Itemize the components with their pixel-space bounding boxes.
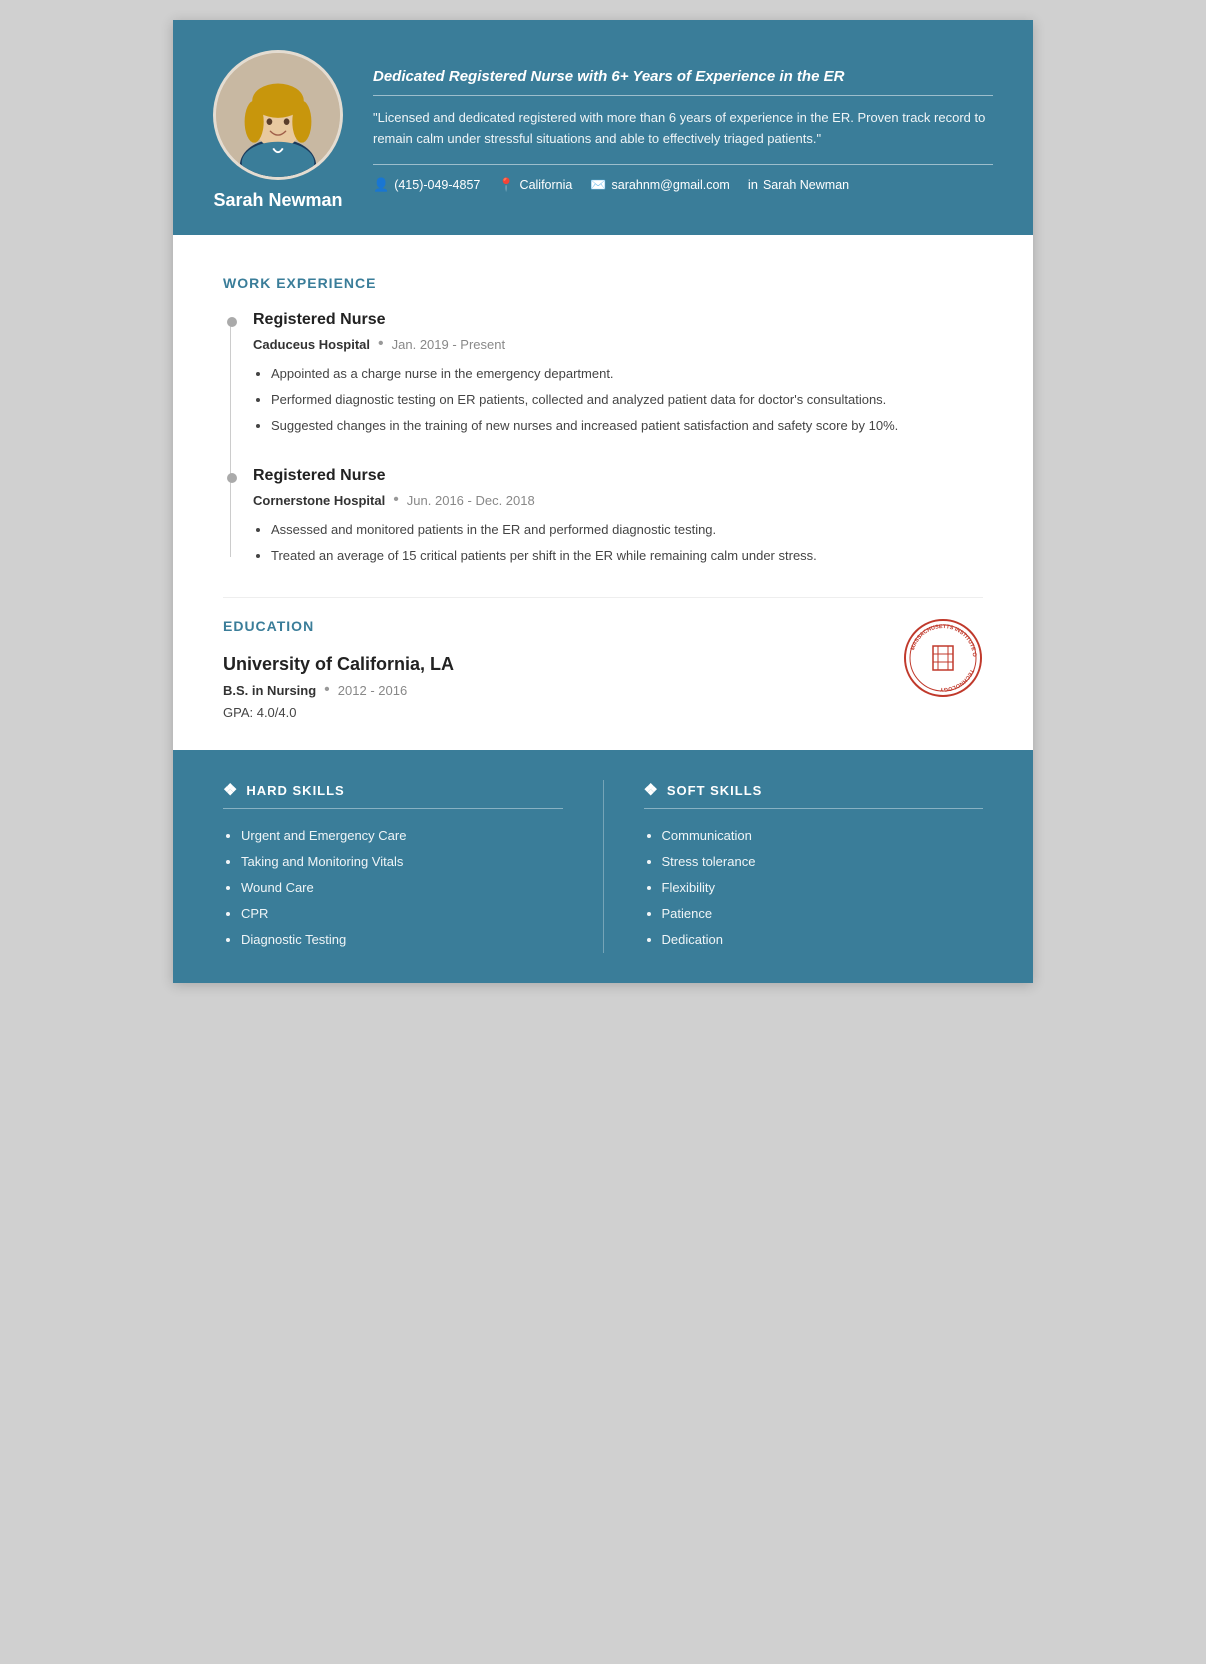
edu-degree-row: B.S. in Nursing • 2012 - 2016 bbox=[223, 681, 983, 699]
email-icon: ✉️ bbox=[590, 177, 606, 193]
job-title-2: Registered Nurse bbox=[253, 467, 983, 485]
job-bullet-2-1: Assessed and monitored patients in the E… bbox=[271, 519, 983, 541]
job-bullet-2-2: Treated an average of 15 critical patien… bbox=[271, 545, 983, 567]
soft-skills-col: ❖ SOFT SKILLS Communication Stress toler… bbox=[644, 780, 984, 953]
edu-gpa: GPA: 4.0/4.0 bbox=[223, 705, 983, 720]
phone-icon: 👤 bbox=[373, 177, 389, 193]
contact-phone: 👤 (415)-049-4857 bbox=[373, 177, 480, 193]
job-bullet-1-3: Suggested changes in the training of new… bbox=[271, 415, 983, 437]
header-title: Dedicated Registered Nurse with 6+ Years… bbox=[373, 68, 993, 85]
main-content: WORK EXPERIENCE Registered Nurse Caduceu… bbox=[173, 235, 1033, 750]
hard-skills-icon: ❖ bbox=[223, 780, 238, 800]
hard-skills-col: ❖ HARD SKILLS Urgent and Emergency Care … bbox=[223, 780, 563, 953]
svg-text:MASSACHUSETTS INSTITUTE OF: MASSACHUSETTS INSTITUTE OF bbox=[903, 618, 977, 658]
contact-row: 👤 (415)-049-4857 📍 California ✉️ sarahnm… bbox=[373, 177, 993, 193]
soft-skill-4: Patience bbox=[662, 901, 984, 927]
hard-skill-2: Taking and Monitoring Vitals bbox=[241, 849, 563, 875]
skills-footer: ❖ HARD SKILLS Urgent and Emergency Care … bbox=[173, 750, 1033, 983]
job-company-2: Cornerstone Hospital bbox=[253, 493, 385, 508]
contact-location: 📍 California bbox=[498, 177, 572, 193]
linkedin-icon: in bbox=[748, 177, 758, 192]
resume-container: Sarah Newman Dedicated Registered Nurse … bbox=[173, 20, 1033, 983]
svg-text:TECHNOLOGY: TECHNOLOGY bbox=[939, 669, 974, 693]
job-company-1: Caduceus Hospital bbox=[253, 337, 370, 352]
soft-skill-1: Communication bbox=[662, 823, 984, 849]
job-bullets-2: Assessed and monitored patients in the E… bbox=[253, 519, 983, 567]
avatar bbox=[213, 50, 343, 180]
hard-skills-list: Urgent and Emergency Care Taking and Mon… bbox=[223, 823, 563, 953]
job-company-row-1: Caduceus Hospital • Jan. 2019 - Present bbox=[253, 335, 983, 353]
education-section: EDUCATION MASSACHUSETTS INSTITUTE OF TEC… bbox=[223, 597, 983, 720]
hard-skill-3: Wound Care bbox=[241, 875, 563, 901]
soft-skill-3: Flexibility bbox=[662, 875, 984, 901]
header-right: Dedicated Registered Nurse with 6+ Years… bbox=[373, 68, 993, 193]
hard-skill-1: Urgent and Emergency Care bbox=[241, 823, 563, 849]
resume-header: Sarah Newman Dedicated Registered Nurse … bbox=[173, 20, 1033, 235]
timeline-dot-2 bbox=[227, 473, 237, 483]
skills-divider bbox=[603, 780, 604, 953]
soft-skills-title: ❖ SOFT SKILLS bbox=[644, 780, 984, 809]
header-summary: "Licensed and dedicated registered with … bbox=[373, 108, 993, 150]
job-date-1: Jan. 2019 - Present bbox=[392, 337, 505, 352]
contact-email: ✉️ sarahnm@gmail.com bbox=[590, 177, 729, 193]
timeline-dot-1 bbox=[227, 317, 237, 327]
edu-university: University of California, LA bbox=[223, 654, 983, 675]
edu-logo: MASSACHUSETTS INSTITUTE OF TECHNOLOGY bbox=[903, 618, 983, 698]
education-title: EDUCATION bbox=[223, 618, 983, 634]
job-date-2: Jun. 2016 - Dec. 2018 bbox=[407, 493, 535, 508]
timeline-line bbox=[230, 321, 231, 557]
soft-skills-list: Communication Stress tolerance Flexibili… bbox=[644, 823, 984, 953]
job-bullet-1-1: Appointed as a charge nurse in the emerg… bbox=[271, 363, 983, 385]
hard-skills-title: ❖ HARD SKILLS bbox=[223, 780, 563, 809]
soft-skill-5: Dedication bbox=[662, 927, 984, 953]
hard-skill-4: CPR bbox=[241, 901, 563, 927]
job-company-row-2: Cornerstone Hospital • Jun. 2016 - Dec. … bbox=[253, 491, 983, 509]
header-name: Sarah Newman bbox=[213, 190, 342, 211]
avatar-section: Sarah Newman bbox=[213, 50, 343, 211]
work-experience-title: WORK EXPERIENCE bbox=[223, 275, 983, 291]
hard-skill-5: Diagnostic Testing bbox=[241, 927, 563, 953]
header-divider2 bbox=[373, 164, 993, 165]
job-bullets-1: Appointed as a charge nurse in the emerg… bbox=[253, 363, 983, 437]
job-title-1: Registered Nurse bbox=[253, 311, 983, 329]
edu-degree: B.S. in Nursing bbox=[223, 683, 316, 698]
job-item-1: Registered Nurse Caduceus Hospital • Jan… bbox=[253, 311, 983, 437]
contact-linkedin: in Sarah Newman bbox=[748, 177, 849, 192]
location-icon: 📍 bbox=[498, 177, 514, 193]
edu-year: 2012 - 2016 bbox=[338, 683, 407, 698]
job-item-2: Registered Nurse Cornerstone Hospital • … bbox=[253, 467, 983, 567]
soft-skills-icon: ❖ bbox=[644, 780, 659, 800]
job-bullet-1-2: Performed diagnostic testing on ER patie… bbox=[271, 389, 983, 411]
header-divider1 bbox=[373, 95, 993, 96]
timeline: Registered Nurse Caduceus Hospital • Jan… bbox=[223, 311, 983, 567]
soft-skill-2: Stress tolerance bbox=[662, 849, 984, 875]
